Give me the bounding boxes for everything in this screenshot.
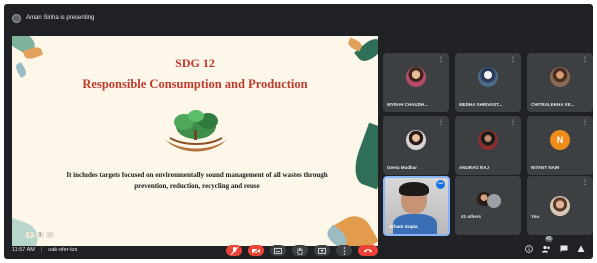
participant-tile[interactable]: ⋮ Geeta Mudhar [383,116,449,175]
participant-name: ANURAG RAJ [459,165,490,170]
avatar: N [550,130,570,150]
others-count: 41 others [461,214,482,219]
participant-tile[interactable]: ⋮ MEDHA SHRIVAST... [455,53,521,112]
avatar [406,130,426,150]
participant-name: Arham Gupta [389,224,418,229]
hand-with-plant-illustration [164,110,228,152]
present-icon[interactable] [314,245,330,256]
slide-title-line2: Responsible Consumption and Production [82,77,308,91]
info-icon[interactable] [525,245,533,255]
participant-tile[interactable]: ⋮ MYRAH CHAUDH... [383,53,449,112]
meet-window: Aman Sinha is presenting SDG 12 Responsi… [4,4,593,259]
chat-icon[interactable] [560,245,568,255]
presenter-avatar [12,13,21,23]
avatar [550,67,570,87]
call-controls [226,245,378,256]
clock: 11:57 AM [12,247,35,253]
speaking-indicator-icon: ••• [436,180,445,189]
participant-tile[interactable]: ⋮ CHITRALEKHA VE... [527,53,593,112]
leaf-decoration [348,122,378,190]
pager-page: 1 [36,232,44,238]
tile-options-icon[interactable]: ⋮ [438,56,444,63]
slide-pager[interactable]: ‹ 1 › [26,232,54,238]
self-tile[interactable]: ⋮ You [527,176,593,235]
captions-icon[interactable] [270,245,286,256]
raise-hand-icon[interactable] [292,245,308,256]
participant-tile-speaking[interactable]: ••• Arham Gupta [383,176,450,236]
tile-options-icon[interactable]: ⋮ [438,119,444,126]
avatar-group [477,192,501,208]
others-tile[interactable]: 41 others [455,176,521,235]
tile-options-icon[interactable]: ⋮ [510,56,516,63]
presenter-label: Aman Sinha is presenting [26,15,95,21]
meeting-info: 11:57 AM | uak-ofer-tzs [12,247,77,253]
participant-name: MEDHA SHRIVAST... [459,102,503,107]
mic-off-icon[interactable] [226,245,242,256]
tile-options-icon[interactable]: ⋮ [582,179,588,186]
activities-icon[interactable] [577,245,585,255]
participant-name: NITANT NAIR [531,165,560,170]
camera-off-icon[interactable] [248,245,264,256]
more-icon[interactable] [336,245,352,256]
tile-options-icon[interactable]: ⋮ [582,56,588,63]
tile-options-icon[interactable]: ⋮ [510,119,516,126]
presentation-slide[interactable]: SDG 12 Responsible Consumption and Produ… [12,36,378,246]
participant-name: Geeta Mudhar [387,165,418,170]
participant-name: You [531,214,540,219]
side-panel-controls: 45 [525,236,585,255]
avatar [406,67,426,87]
slide-body-text: It includes targets focused on environme… [66,171,328,190]
slide-title-line1: SDG 12 [175,56,215,70]
divider: | [40,247,43,253]
end-call-icon[interactable] [358,245,378,256]
avatar [478,130,498,150]
participant-name: CHITRALEKHA VE... [531,102,575,107]
tile-options-icon[interactable]: ⋮ [582,119,588,126]
pager-next-icon[interactable]: › [46,232,54,238]
people-count-badge: 45 [545,236,553,242]
meeting-code: uak-ofer-tzs [48,247,78,253]
participant-name: MYRAH CHAUDH... [387,102,428,107]
participant-tile[interactable]: ⋮ N NITANT NAIR [527,116,593,175]
avatar [478,67,498,87]
pager-prev-icon[interactable]: ‹ [26,232,34,238]
people-icon [542,245,550,253]
avatar [550,196,570,216]
participant-tile[interactable]: ⋮ ANURAG RAJ [455,116,521,175]
people-button[interactable]: 45 [542,236,553,255]
presenter-banner: Aman Sinha is presenting [12,12,94,24]
